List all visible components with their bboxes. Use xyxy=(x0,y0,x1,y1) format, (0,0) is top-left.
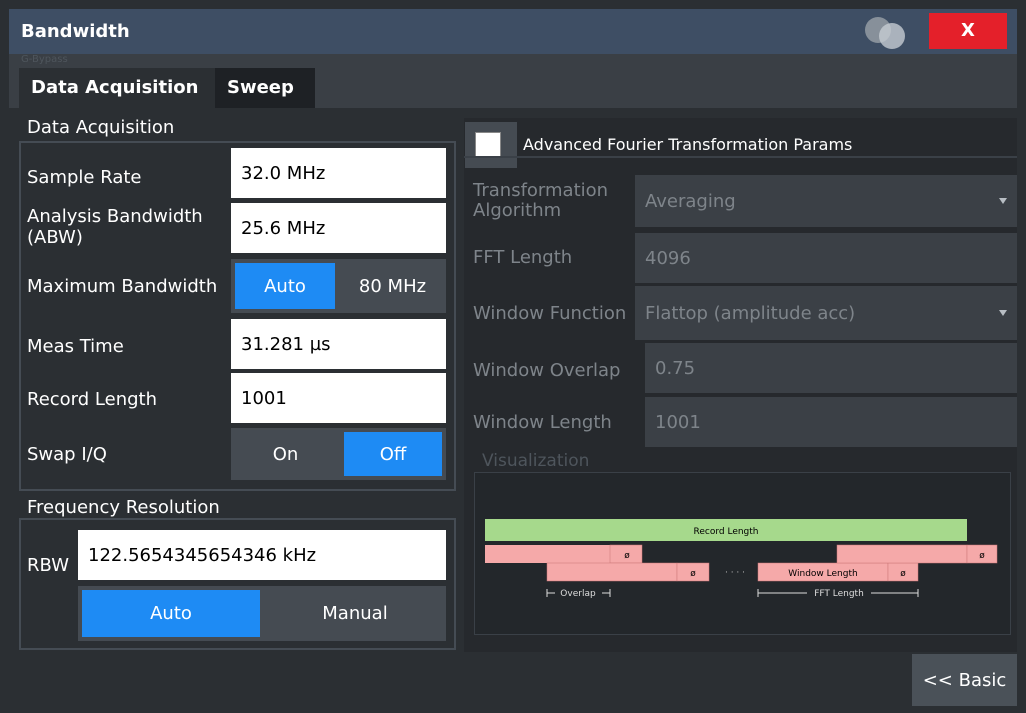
window-overlap-label: Window Overlap xyxy=(473,360,621,381)
window-length-label: Window Length xyxy=(473,412,612,433)
meas-time-field[interactable]: 31.281 µs xyxy=(231,319,446,369)
tab-data-acquisition[interactable]: Data Acquisition xyxy=(19,68,215,108)
tab-strip: G-Bypass Data Acquisition Sweep xyxy=(9,54,1017,108)
analysis-bandwidth-field[interactable]: 25.6 MHz xyxy=(231,203,446,253)
advanced-divider xyxy=(464,156,1017,158)
window-function-value: Flattop (amplitude acc) xyxy=(645,302,856,324)
chevron-down-icon xyxy=(999,310,1007,316)
window-length-label-bar: Window Length xyxy=(788,569,857,579)
visualization-panel: Record Length ø ø · · · · Window Length … xyxy=(474,472,1011,635)
dialog-title: Bandwidth xyxy=(21,21,130,42)
maximum-bandwidth-auto-button[interactable]: Auto xyxy=(235,263,335,309)
rbw-field[interactable]: 122.5654345654346 kHz xyxy=(78,530,446,580)
advanced-checkbox[interactable] xyxy=(465,122,517,168)
sample-rate-label: Sample Rate xyxy=(27,167,142,188)
transformation-algorithm-label: Transformation Algorithm xyxy=(473,180,609,221)
advanced-checkbox-label[interactable]: Advanced Fourier Transformation Params xyxy=(523,135,852,154)
zero-pad-symbol-2: ø xyxy=(690,569,696,579)
data-acquisition-title: Data Acquisition xyxy=(27,117,175,138)
title-bar: Bandwidth X xyxy=(9,9,1017,54)
basic-button[interactable]: << Basic xyxy=(912,654,1017,706)
tab-sweep[interactable]: Sweep xyxy=(215,68,315,108)
window-function-label: Window Function xyxy=(473,303,627,324)
swap-iq-on-button[interactable]: On xyxy=(231,428,340,480)
record-length-bar-label: Record Length xyxy=(694,527,759,537)
overlapping-circles-icon xyxy=(859,15,909,49)
zero-pad-symbol-1: ø xyxy=(624,551,630,561)
rbw-mode-toggle: Auto Manual xyxy=(78,586,446,641)
meas-time-label: Meas Time xyxy=(27,336,124,357)
window-overlap-field[interactable]: 0.75 xyxy=(645,343,1017,393)
transformation-algorithm-value: Averaging xyxy=(645,190,736,212)
transformation-algorithm-dropdown[interactable]: Averaging xyxy=(635,175,1017,227)
window-bar-4 xyxy=(836,544,968,564)
content-panel: Data Acquisition Sample Rate 32.0 MHz An… xyxy=(9,108,1017,712)
chevron-down-icon xyxy=(999,198,1007,204)
maximum-bandwidth-toggle: Auto 80 MHz xyxy=(231,259,446,313)
swap-iq-off-button[interactable]: Off xyxy=(344,432,442,476)
visualization-diagram: Record Length ø ø · · · · Window Length … xyxy=(485,519,998,599)
ellipsis-dots: · · · · xyxy=(725,568,745,578)
record-length-field[interactable]: 1001 xyxy=(231,373,446,423)
fft-length-label: FFT Length xyxy=(814,589,864,599)
window-function-dropdown[interactable]: Flattop (amplitude acc) xyxy=(635,286,1017,340)
visualization-title: Visualization xyxy=(482,451,590,471)
swap-iq-toggle: On Off xyxy=(231,428,446,480)
rbw-label: RBW xyxy=(27,555,70,576)
maximum-bandwidth-label: Maximum Bandwidth xyxy=(27,276,218,297)
close-button[interactable]: X xyxy=(929,13,1007,49)
maximum-bandwidth-value[interactable]: 80 MHz xyxy=(339,259,446,313)
analysis-bandwidth-label: Analysis Bandwidth (ABW) xyxy=(27,206,203,248)
zero-pad-symbol-3: ø xyxy=(900,569,906,579)
window-length-field[interactable]: 1001 xyxy=(645,397,1017,447)
frequency-resolution-title: Frequency Resolution xyxy=(27,497,220,518)
window-bar-2 xyxy=(546,562,678,582)
zero-pad-symbol-4: ø xyxy=(979,551,985,561)
swap-iq-label: Swap I/Q xyxy=(27,444,107,465)
fft-length-label: FFT Length xyxy=(473,247,573,268)
rbw-auto-button[interactable]: Auto xyxy=(82,590,260,637)
overlap-label: Overlap xyxy=(560,589,596,599)
window-bar-1 xyxy=(485,545,610,563)
record-length-label: Record Length xyxy=(27,389,157,410)
rbw-manual-button[interactable]: Manual xyxy=(264,586,446,641)
fft-length-field[interactable]: 4096 xyxy=(635,233,1017,283)
sample-rate-field[interactable]: 32.0 MHz xyxy=(231,148,446,198)
faint-label: G-Bypass xyxy=(21,54,68,65)
